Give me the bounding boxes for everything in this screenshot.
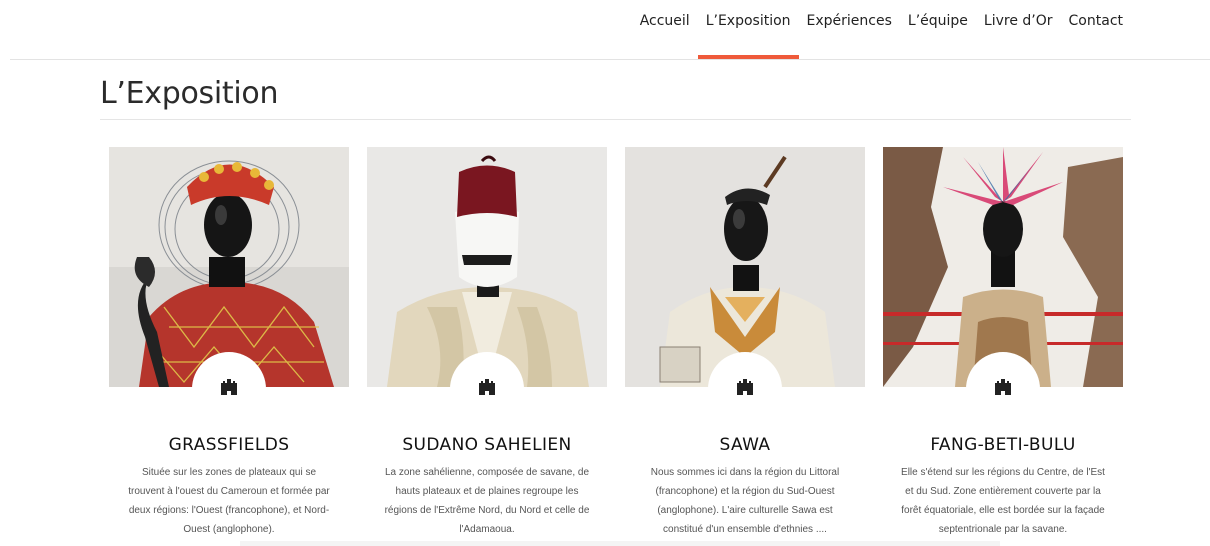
nav-item-experiences[interactable]: Expériences	[799, 11, 900, 59]
card-fang-beti-bulu[interactable]: FANG-BETI-BULU Elle s'étend sur les régi…	[883, 147, 1123, 537]
card-image-grassfields[interactable]	[109, 147, 349, 387]
bottom-fade	[240, 541, 1000, 546]
card-sawa[interactable]: SAWA Nous sommes ici dans la région du L…	[625, 147, 865, 537]
header-divider	[10, 59, 1210, 60]
card-badge-sawa	[708, 352, 782, 426]
card-title: SUDANO SAHELIEN	[402, 435, 572, 456]
nav-item-accueil[interactable]: Accueil	[632, 11, 698, 59]
card-description: Située sur les zones de plateaux qui se …	[128, 467, 330, 535]
card-image-sudano-sahelien[interactable]	[367, 147, 607, 387]
top-navigation: Accueil L’Exposition Expériences L’équip…	[0, 0, 1210, 60]
card-title: SAWA	[719, 435, 771, 456]
castle-icon	[221, 379, 237, 395]
card-badge-sudano-sahelien	[450, 352, 524, 426]
exhibition-cards: GRASSFIELDS Située sur les zones de plat…	[109, 147, 1123, 537]
card-badge-grassfields	[192, 352, 266, 426]
castle-icon	[737, 379, 753, 395]
card-title: GRASSFIELDS	[168, 435, 290, 456]
page-title: L’Exposition	[100, 76, 279, 111]
title-divider	[100, 119, 1131, 120]
card-description: La zone sahélienne, composée de savane, …	[384, 467, 590, 535]
nav-item-equipe[interactable]: L’équipe	[900, 11, 976, 59]
castle-icon	[479, 379, 495, 395]
card-sudano-sahelien[interactable]: SUDANO SAHELIEN La zone sahélienne, comp…	[367, 147, 607, 537]
card-grassfields[interactable]: GRASSFIELDS Située sur les zones de plat…	[109, 147, 349, 537]
card-image-sawa[interactable]	[625, 147, 865, 387]
main-menu: Accueil L’Exposition Expériences L’équip…	[632, 11, 1131, 59]
nav-item-contact[interactable]: Contact	[1061, 11, 1131, 59]
castle-icon	[995, 379, 1011, 395]
card-title: FANG-BETI-BULU	[930, 435, 1076, 456]
card-description: Nous sommes ici dans la région du Littor…	[650, 467, 840, 535]
nav-item-exposition[interactable]: L’Exposition	[697, 11, 799, 59]
nav-item-livre-d-or[interactable]: Livre d’Or	[976, 11, 1061, 59]
card-image-fang-beti-bulu[interactable]	[883, 147, 1123, 387]
card-badge-fang-beti-bulu	[966, 352, 1040, 426]
card-description: Elle s'étend sur les régions du Centre, …	[901, 467, 1105, 535]
